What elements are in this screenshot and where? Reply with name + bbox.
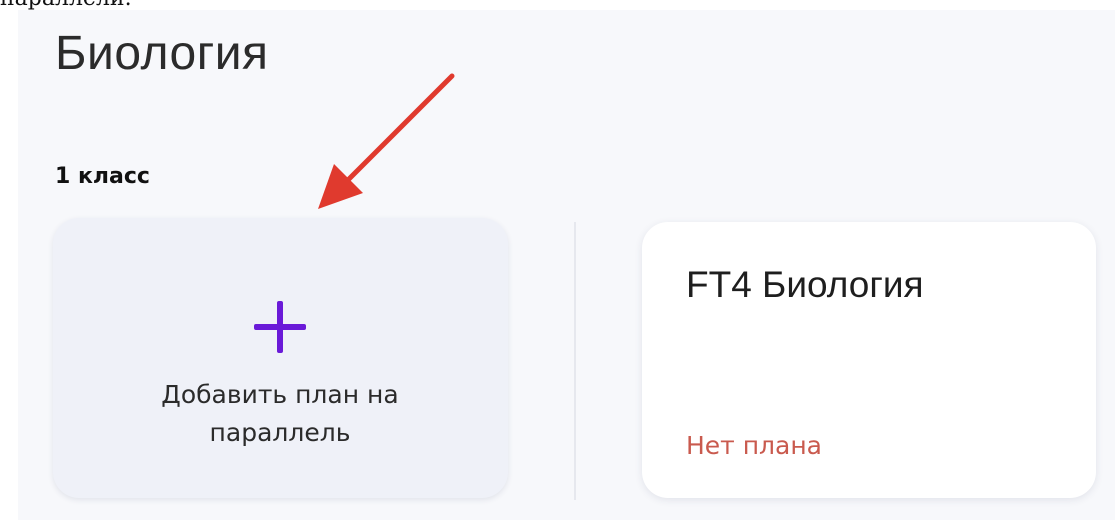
add-plan-label-line2: параллель: [209, 418, 351, 447]
divider: [574, 222, 576, 500]
grade-heading: 1 класс: [55, 164, 150, 189]
subject-panel: Биология 1 класс Добавить план на паралл…: [18, 10, 1115, 520]
plan-status-label: Нет плана: [686, 431, 822, 460]
page-title: Биология: [55, 27, 269, 80]
plan-card-title: FT4 Биология: [686, 264, 924, 305]
class-plan-card[interactable]: FT4 Биология Нет плана: [642, 222, 1096, 498]
add-plan-card[interactable]: Добавить план на параллель: [53, 218, 508, 498]
add-plan-label: Добавить план на параллель: [130, 376, 430, 452]
plus-icon: [254, 301, 306, 353]
add-plan-label-line1: Добавить план на: [161, 380, 399, 409]
